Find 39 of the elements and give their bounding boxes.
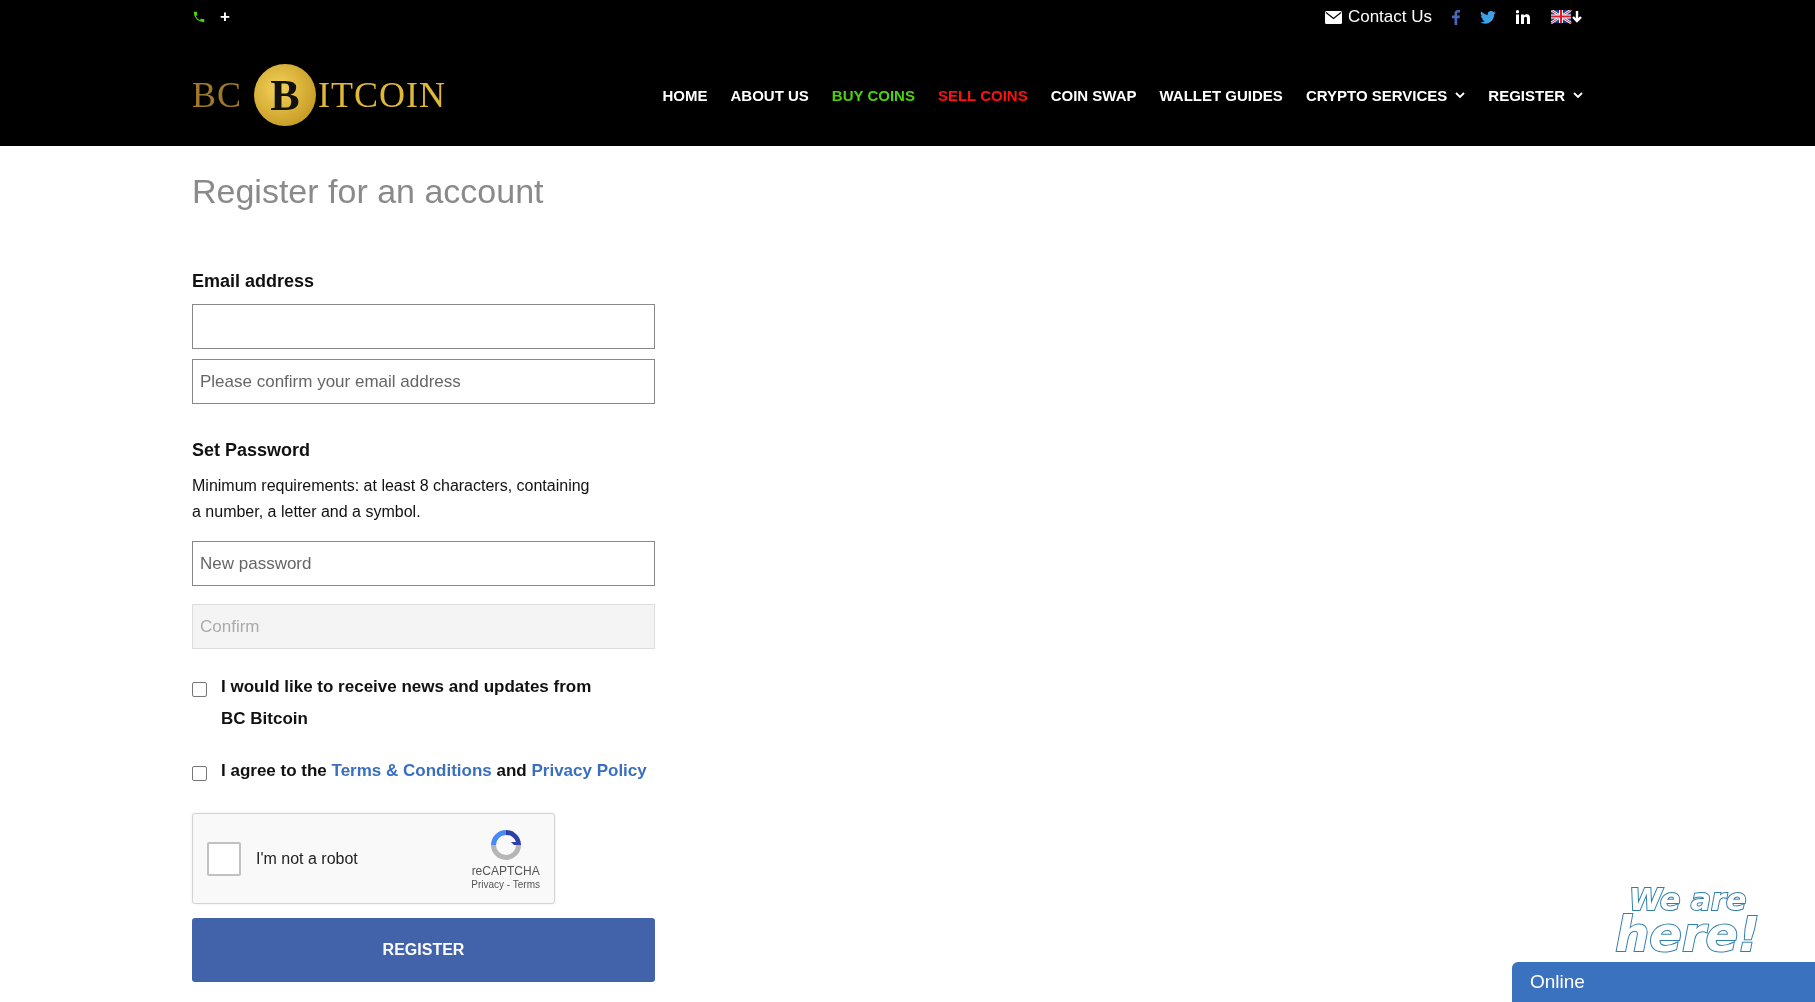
email-field[interactable]: Please confirm your email address <box>192 359 655 404</box>
site-logo[interactable]: BC B ITCOIN <box>192 64 446 126</box>
phone-icon <box>192 10 206 24</box>
nav-link[interactable]: ABOUT US <box>730 86 809 104</box>
contact-us-link[interactable]: Contact Us <box>1347 7 1432 27</box>
field-label: Email address <box>192 271 316 292</box>
register-button[interactable]: REGISTER <box>192 918 655 982</box>
chat-status-bar[interactable]: Online <box>1512 962 1815 1002</box>
page-title: Register for an account <box>192 172 545 211</box>
password-field[interactable]: New password <box>192 541 655 586</box>
password-requirements: Minimum requirements: at least 8 characters, containing a number, a letter and a symbol. <box>192 476 591 522</box>
field-label: Set Password <box>192 440 312 461</box>
captcha-checkbox[interactable] <box>207 841 241 876</box>
nav-link[interactable]: CRYPTO SERVICES <box>1305 86 1466 104</box>
chevron-down-icon <box>1573 91 1583 99</box>
consent-text: I would like to receive news and updates from BC Bitcoin <box>221 676 592 730</box>
nav-link[interactable]: SELL COINS <box>937 86 1028 104</box>
checkbox[interactable] <box>192 766 207 781</box>
captcha-links[interactable]: Privacy - Terms <box>471 879 540 890</box>
linkedin-icon[interactable] <box>1516 10 1531 24</box>
captcha-label: I'm not a robot <box>256 849 359 868</box>
nav-link[interactable]: WALLET GUIDES <box>1159 86 1283 104</box>
email-field[interactable] <box>192 304 655 349</box>
nav-link[interactable]: COIN SWAP <box>1050 86 1137 104</box>
nav-link[interactable]: HOME <box>662 86 708 104</box>
phone-number: + <box>220 7 230 27</box>
flag-language-icon[interactable] <box>1551 10 1583 24</box>
facebook-icon[interactable] <box>1452 9 1460 25</box>
nav-link[interactable]: BUY COINS <box>831 86 915 104</box>
consent-text: I agree to the Terms & Conditions and Privacy Policy <box>221 760 647 782</box>
twitter-icon[interactable] <box>1480 10 1496 24</box>
envelope-icon <box>1324 10 1342 24</box>
policy-link[interactable]: Privacy Policy <box>531 761 647 780</box>
nav-link[interactable]: REGISTER <box>1488 86 1583 104</box>
policy-link[interactable]: Terms & Conditions <box>331 761 492 780</box>
captcha-brand: reCAPTCHA <box>471 864 540 878</box>
chat-badge[interactable]: We are here! <box>1615 885 1760 956</box>
checkbox[interactable] <box>192 682 207 697</box>
chevron-down-icon <box>1455 91 1466 99</box>
